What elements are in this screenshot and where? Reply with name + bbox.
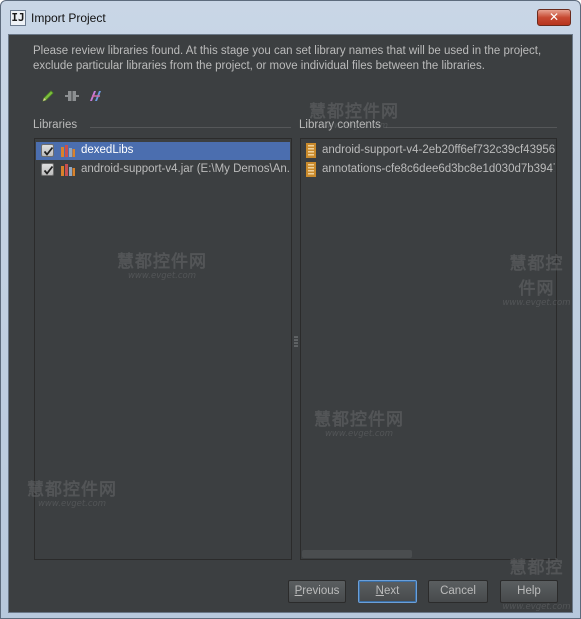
jar-file-icon: [306, 162, 316, 177]
library-contents-list[interactable]: android-support-v4-2eb20ff6ef732c39cf439…: [300, 138, 557, 560]
library-icon: [61, 164, 75, 176]
help-button[interactable]: Help: [500, 580, 558, 603]
file-name: android-support-v4-2eb20ff6ef732c39cf439…: [322, 144, 555, 156]
libraries-list[interactable]: dexedLibs android-support-v4.jar (E:\My …: [34, 138, 292, 560]
file-name: annotations-cfe8c6dee6d3bc8e1d030d7b3947…: [322, 163, 555, 175]
import-project-dialog: IJ Import Project ✕ Please review librar…: [0, 0, 581, 619]
library-name: dexedLibs: [81, 144, 134, 156]
merge-icon[interactable]: [87, 87, 105, 105]
splitter-handle[interactable]: [294, 335, 298, 349]
watermark-url: www.evget.com: [502, 602, 571, 612]
library-checkbox[interactable]: [41, 144, 54, 157]
libraries-label: Libraries: [33, 119, 78, 131]
split-icon[interactable]: [63, 87, 81, 105]
next-mnemonic: N: [375, 585, 384, 597]
intellij-app-icon: IJ: [10, 10, 26, 26]
horizontal-scrollbar-thumb[interactable]: [302, 550, 412, 558]
library-checkbox[interactable]: [41, 163, 54, 176]
library-name: android-support-v4.jar (E:\My Demos\An..…: [81, 163, 290, 175]
cancel-button[interactable]: Cancel: [428, 580, 488, 603]
next-button[interactable]: Next: [358, 580, 417, 603]
previous-label-suffix: revious: [302, 585, 340, 597]
library-icon: [61, 145, 75, 157]
title-bar[interactable]: IJ Import Project ✕: [1, 1, 580, 35]
window-title: Import Project: [31, 11, 106, 25]
previous-button[interactable]: Previous: [288, 580, 346, 603]
library-contents-label: Library contents: [299, 119, 381, 131]
dialog-content: Please review libraries found. At this s…: [8, 34, 573, 613]
next-label-suffix: ext: [383, 585, 400, 597]
description-text: Please review libraries found. At this s…: [33, 45, 542, 72]
pencil-icon[interactable]: [39, 87, 57, 105]
list-item[interactable]: dexedLibs: [36, 142, 290, 160]
list-item[interactable]: annotations-cfe8c6dee6d3bc8e1d030d7b3947…: [303, 161, 555, 179]
close-button[interactable]: ✕: [537, 9, 571, 26]
libraries-separator: [90, 127, 291, 128]
library-contents-separator: [384, 127, 557, 128]
list-item[interactable]: android-support-v4-2eb20ff6ef732c39cf439…: [303, 142, 555, 160]
list-item[interactable]: android-support-v4.jar (E:\My Demos\An..…: [36, 161, 290, 179]
jar-file-icon: [306, 143, 316, 158]
